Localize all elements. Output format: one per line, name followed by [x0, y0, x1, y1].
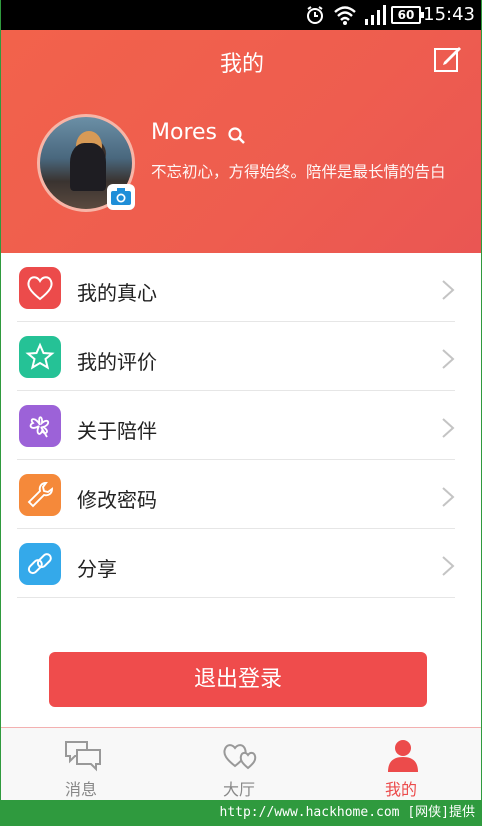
menu-item-share[interactable]: 分享: [17, 529, 455, 598]
clover-icon: [29, 416, 50, 438]
menu-item-rating[interactable]: 我的评价: [17, 322, 455, 391]
profile-bio: 不忘初心，方得始终。陪伴是最长情的告白: [151, 163, 446, 181]
heart-icon-box: [19, 267, 61, 309]
tab-label: 消息: [64, 780, 97, 799]
camera-icon: [111, 188, 131, 205]
app-frame: 60 15:43 我的 Mores 不忘初心，方得始终。陪伴是最长情的告白 我的…: [0, 0, 482, 826]
menu-item-password[interactable]: 修改密码: [17, 460, 455, 529]
link-icon: [27, 553, 52, 575]
profile-header: 我的 Mores 不忘初心，方得始终。陪伴是最长情的告白: [1, 30, 481, 253]
menu-list: 我的真心 我的评价 关于陪伴 修改密码 分享: [1, 253, 481, 598]
status-bar: 60 15:43: [1, 0, 481, 30]
menu-item-label: 我的评价: [77, 350, 157, 374]
person-icon: [388, 740, 418, 772]
battery-indicator: 60: [391, 6, 424, 24]
star-icon-box: [19, 336, 61, 378]
link-icon-box: [19, 543, 61, 585]
signal-icon: [365, 5, 386, 25]
camera-badge[interactable]: [107, 184, 135, 210]
menu-item-label: 我的真心: [77, 281, 157, 305]
heart-icon: [27, 276, 53, 301]
chevron-right-icon: [442, 280, 455, 300]
watermark-footer: http://www.hackhome.com [网侠]提供: [1, 800, 481, 826]
wrench-icon: [27, 482, 53, 508]
username: Mores: [151, 120, 217, 145]
chevron-right-icon: [442, 418, 455, 438]
hearts-icon: [223, 744, 257, 770]
status-time: 15:43: [423, 4, 475, 25]
clover-icon-box: [19, 405, 61, 447]
bottom-tab-bar: 消息 大厅 我的: [1, 727, 481, 801]
tab-label: 我的: [384, 780, 417, 799]
wrench-icon-box: [19, 474, 61, 516]
wifi-icon: [334, 6, 356, 25]
chevron-right-icon: [442, 487, 455, 507]
menu-item-label: 分享: [77, 557, 117, 581]
message-icon: [65, 741, 101, 772]
menu-item-heart[interactable]: 我的真心: [17, 253, 455, 322]
avatar-container[interactable]: [37, 114, 135, 212]
star-icon: [25, 342, 55, 370]
tab-mine[interactable]: 我的: [341, 728, 461, 801]
logout-button[interactable]: 退出登录: [49, 652, 427, 707]
tab-messages[interactable]: 消息: [21, 728, 141, 801]
menu-item-label: 关于陪伴: [77, 419, 157, 443]
search-icon[interactable]: [227, 126, 247, 146]
alarm-icon: [307, 6, 323, 24]
chevron-right-icon: [442, 349, 455, 369]
chevron-right-icon: [442, 556, 455, 576]
tab-label: 大厅: [222, 780, 255, 799]
page-title: 我的: [219, 52, 264, 77]
edit-icon[interactable]: [433, 44, 463, 74]
tab-hall[interactable]: 大厅: [179, 728, 299, 801]
menu-item-about[interactable]: 关于陪伴: [17, 391, 455, 460]
menu-item-label: 修改密码: [77, 488, 157, 512]
